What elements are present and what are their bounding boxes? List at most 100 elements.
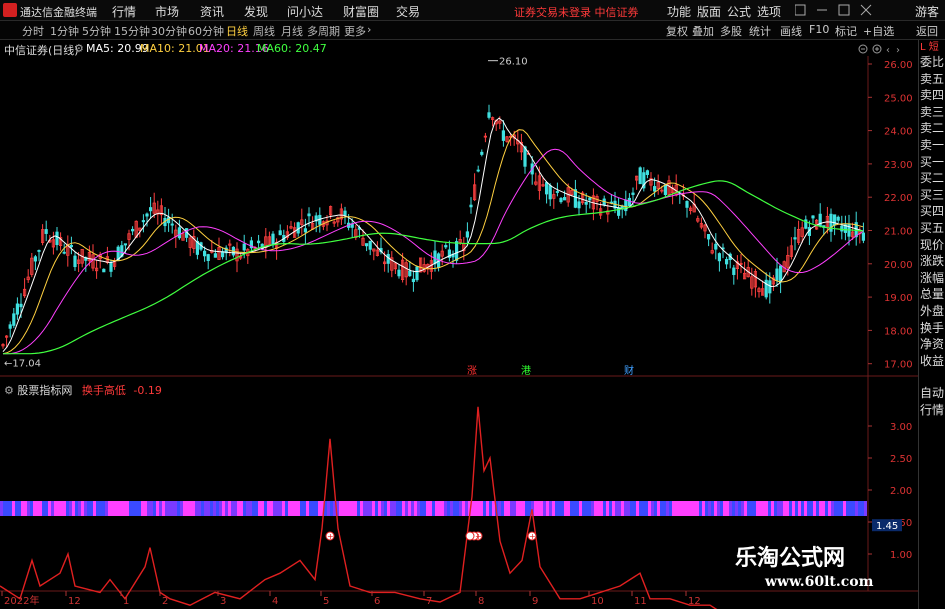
band-bar xyxy=(837,501,840,516)
side-panel-item[interactable]: 总量 xyxy=(920,286,945,302)
indicator-settings-icon[interactable]: ⚙ xyxy=(4,384,14,397)
candle-body xyxy=(476,169,480,172)
settings-icon[interactable]: ⚙ xyxy=(74,42,84,55)
event-marker[interactable]: 财 xyxy=(624,364,634,377)
candle-body xyxy=(563,197,567,201)
band-bar xyxy=(201,501,204,516)
side-panel-item[interactable]: 买四 xyxy=(920,203,945,219)
side-panel-item[interactable]: 涨跌 xyxy=(920,253,945,269)
menu-gongshi[interactable]: 公式 xyxy=(727,3,751,20)
menu-caifuquan[interactable]: 财富圈 xyxy=(343,3,379,20)
band-bar xyxy=(273,501,276,516)
tab-weekly[interactable]: 周线 xyxy=(253,23,275,39)
side-panel-item[interactable]: 收益 xyxy=(920,353,945,369)
tool-f10[interactable]: F10 xyxy=(809,23,829,36)
band-bar xyxy=(264,501,267,516)
candle-body xyxy=(206,254,210,262)
tab-1min[interactable]: 分时 xyxy=(22,23,44,39)
band-bar xyxy=(648,501,651,516)
side-panel-item[interactable]: 卖一 xyxy=(920,137,945,153)
tab-daily[interactable]: 日线 xyxy=(226,23,248,39)
side-panel-item[interactable]: 买五 xyxy=(920,220,945,236)
side-panel-item[interactable]: 卖二 xyxy=(920,120,945,136)
band-bar xyxy=(66,501,69,516)
side-panel-item[interactable]: 净资 xyxy=(920,336,945,352)
band-bar xyxy=(762,501,765,516)
side-panel-item[interactable]: 委比 xyxy=(920,54,945,70)
login-notice[interactable]: 证券交易未登录 中信证券 xyxy=(514,4,639,20)
period-toolbar: 分时 1分钟 5分钟 15分钟 30分钟 60分钟 日线 周线 月线 多周期 更… xyxy=(0,21,945,40)
band-bar xyxy=(318,501,321,516)
side-panel-item[interactable]: 买三 xyxy=(920,187,945,203)
candle-body xyxy=(577,201,581,209)
menu-hangqing[interactable]: 行情 xyxy=(112,3,136,20)
tool-fuquan[interactable]: 复权 xyxy=(666,23,688,39)
more-chevron-icon[interactable]: › xyxy=(367,23,371,36)
event-marker[interactable]: 涨 xyxy=(467,365,477,377)
band-bar xyxy=(600,501,603,516)
menu-shichang[interactable]: 市场 xyxy=(155,3,179,20)
menu-faxian[interactable]: 发现 xyxy=(244,3,268,20)
tab-more[interactable]: 更多 xyxy=(344,23,366,39)
band-bar xyxy=(729,501,732,516)
band-bar xyxy=(801,501,804,516)
signal-plus-icon: + xyxy=(529,532,536,541)
menu-xuanxiang[interactable]: 选项 xyxy=(757,3,781,20)
candle-body xyxy=(148,207,153,212)
next-icon[interactable]: › xyxy=(896,45,900,55)
band-bar xyxy=(303,501,306,516)
skin-icon[interactable] xyxy=(795,4,806,16)
menu-wenxiaoda[interactable]: 问小达 xyxy=(287,3,323,20)
side-panel-item[interactable]: 行情 xyxy=(920,402,945,418)
side-panel-item[interactable]: 卖五 xyxy=(920,71,945,87)
candle-body xyxy=(840,225,844,232)
band-bar xyxy=(417,501,420,516)
side-panel-item[interactable]: 换手 xyxy=(920,320,945,336)
tool-add-watchlist[interactable]: +自选 xyxy=(863,23,894,39)
guest-label[interactable]: 游客 xyxy=(915,3,939,20)
band-bar xyxy=(267,501,270,516)
band-bar xyxy=(219,501,222,516)
event-marker[interactable]: 港 xyxy=(521,365,531,377)
candle-body xyxy=(501,130,506,141)
side-panel-item[interactable]: 卖三 xyxy=(920,104,945,120)
band-bar xyxy=(213,501,216,516)
tool-tongji[interactable]: 统计 xyxy=(749,23,771,39)
tab-15min[interactable]: 15分钟 xyxy=(114,23,150,39)
tool-biaoji[interactable]: 标记 xyxy=(835,23,857,39)
band-bar xyxy=(51,501,54,516)
band-bar xyxy=(666,501,669,516)
menu-zixun[interactable]: 资讯 xyxy=(200,3,224,20)
band-bar xyxy=(360,501,363,516)
tab-5min[interactable]: 5分钟 xyxy=(82,23,111,39)
tool-back[interactable]: 返回 xyxy=(916,23,938,39)
tab-30min[interactable]: 30分钟 xyxy=(151,23,187,39)
band-bar xyxy=(636,501,639,516)
kline-chart[interactable]: 26.0025.0024.0023.0022.0021.0020.0019.00… xyxy=(0,56,918,609)
side-panel-item[interactable]: 买一 xyxy=(920,154,945,170)
menu-jiaoyi[interactable]: 交易 xyxy=(396,3,420,20)
menu-banmian[interactable]: 版面 xyxy=(697,3,721,20)
side-panel-item[interactable]: 买二 xyxy=(920,170,945,186)
side-panel-item[interactable]: 自动 xyxy=(920,385,945,401)
menu-gongneng[interactable]: 功能 xyxy=(667,3,691,20)
band-bar xyxy=(396,501,399,516)
tool-diejia[interactable]: 叠加 xyxy=(692,23,714,39)
indicator-name[interactable]: 股票指标网 xyxy=(17,384,72,397)
side-panel-item[interactable]: 现价 xyxy=(920,237,945,253)
tab-monthly[interactable]: 月线 xyxy=(281,23,303,39)
side-panel-item[interactable]: 涨幅 xyxy=(920,270,945,286)
side-panel-item[interactable]: 卖四 xyxy=(920,87,945,103)
candle-body xyxy=(69,245,73,248)
maximize-icon[interactable] xyxy=(838,4,850,16)
tab-60min[interactable]: 60分钟 xyxy=(188,23,224,39)
band-bar xyxy=(633,501,636,516)
tool-duogu[interactable]: 多股 xyxy=(720,23,742,39)
band-bar xyxy=(393,501,396,516)
tool-huaxian[interactable]: 画线 xyxy=(780,23,802,39)
prev-icon[interactable]: ‹ xyxy=(886,45,890,55)
side-panel-item[interactable]: 外盘 xyxy=(920,303,945,319)
tab-multi[interactable]: 多周期 xyxy=(307,23,340,39)
tab-1min-b[interactable]: 1分钟 xyxy=(50,23,79,39)
band-bar xyxy=(765,501,768,516)
